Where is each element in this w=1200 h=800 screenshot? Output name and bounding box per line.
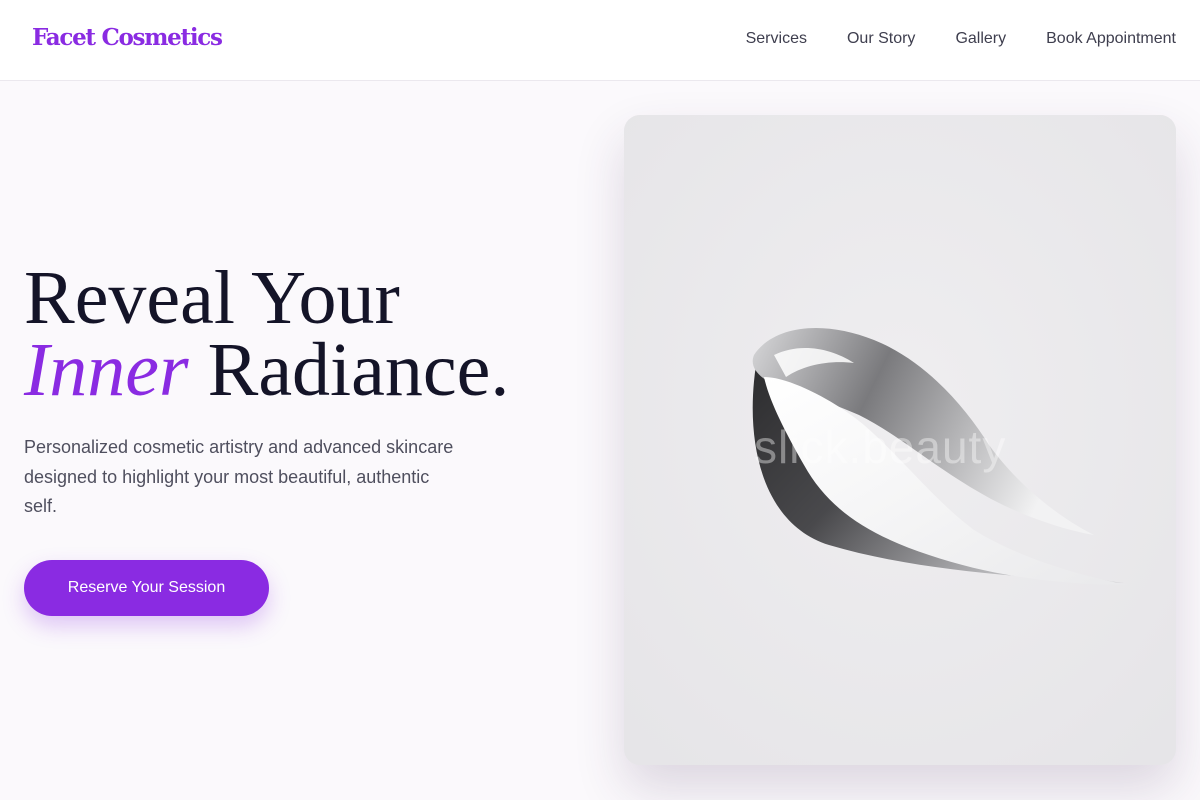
hero-subtitle: Personalized cosmetic artistry and advan…: [24, 437, 454, 516]
hero-image: slick.beauty: [624, 115, 1176, 765]
brand-logo[interactable]: Facet Cosmetics: [32, 24, 223, 51]
image-watermark: slick.beauty: [754, 421, 1007, 473]
nav-link-our-story[interactable]: Our Story: [847, 29, 915, 49]
reserve-session-button[interactable]: Reserve Your Session: [24, 560, 269, 616]
main-nav: Services Our Story Gallery Book Appointm…: [706, 29, 1176, 49]
nav-link-book-appointment[interactable]: Book Appointment: [1046, 29, 1176, 49]
nav-link-services[interactable]: Services: [746, 29, 807, 49]
hero-title-accent: Inner: [24, 328, 189, 412]
hero-title: Reveal Your Inner Radiance.: [24, 260, 584, 408]
hero-title-rest: Radiance.: [207, 328, 510, 412]
site-header: Facet Cosmetics Services Our Story Galle…: [0, 0, 1200, 81]
nav-link-gallery[interactable]: Gallery: [955, 29, 1006, 49]
